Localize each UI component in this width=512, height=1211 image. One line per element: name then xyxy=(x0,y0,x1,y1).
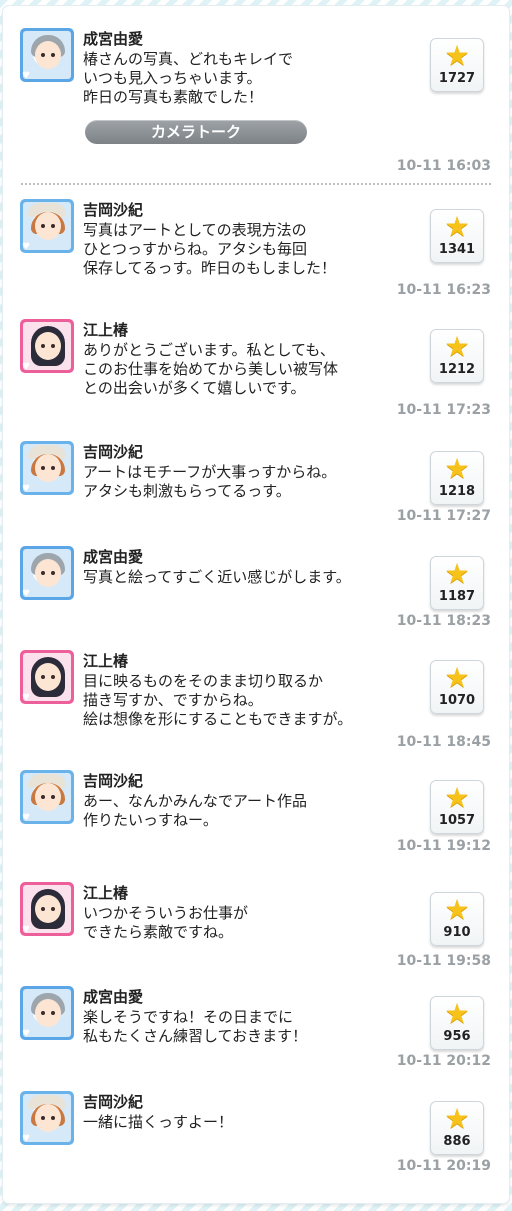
star-button[interactable]: ★ 1341 xyxy=(430,209,484,263)
avatar[interactable]: ♥ xyxy=(20,650,74,704)
heart-icon: ♥ xyxy=(21,484,31,494)
star-button[interactable]: ★ 956 xyxy=(430,996,484,1050)
post-item: ♥ 江上椿 いつかそういうお仕事が できたら素敵ですね。 ★ 910 10-11… xyxy=(3,882,509,972)
avatar[interactable]: ♥ xyxy=(20,1091,74,1145)
message-text: いつかそういうお仕事が できたら素敵ですね。 xyxy=(83,904,249,941)
star-button[interactable]: ★ 886 xyxy=(430,1101,484,1155)
star-count: 886 xyxy=(443,1134,471,1149)
star-count: 1212 xyxy=(438,362,476,377)
timestamp: 10-11 19:58 xyxy=(396,953,491,969)
star-button[interactable]: ★ 1070 xyxy=(430,660,484,714)
post-item: ♥ 吉岡沙紀 あー、なんかみんなでアート作品 作りたいっすねー。 ★ 1057 … xyxy=(3,770,509,860)
timeline-card: ♥ 成宮由愛 椿さんの写真、どれもキレイで いつも見入っちゃいます。 昨日の写真… xyxy=(3,6,509,1203)
avatar[interactable]: ♥ xyxy=(20,986,74,1040)
heart-icon: ♥ xyxy=(21,1029,31,1039)
star-icon: ★ xyxy=(444,893,470,926)
poster-name: 吉岡沙紀 xyxy=(83,201,144,219)
timestamp: 10-11 18:45 xyxy=(396,734,491,750)
camera-talk-button[interactable]: カメラトーク xyxy=(85,120,307,144)
poster-name: 江上椿 xyxy=(83,652,129,670)
post-item: ♥ 吉岡沙紀 アートはモチーフが大事っすからね。 アタシも刺激もらってるっす。 … xyxy=(3,441,509,531)
post-item: ♥ 江上椿 ありがとうございます。私としても、 このお仕事を始めてから美しい被写… xyxy=(3,319,509,424)
message-text: あー、なんかみんなでアート作品 作りたいっすねー。 xyxy=(83,792,307,829)
heart-icon: ♥ xyxy=(21,362,31,372)
star-icon: ★ xyxy=(444,330,470,363)
heart-icon: ♥ xyxy=(21,589,31,599)
heart-icon: ♥ xyxy=(21,693,31,703)
avatar[interactable]: ♥ xyxy=(20,319,74,373)
post-item: ♥ 成宮由愛 写真と絵ってすごく近い感じがします。 ★ 1187 10-11 1… xyxy=(3,546,509,636)
star-button[interactable]: ★ 1727 xyxy=(430,38,484,92)
divider xyxy=(21,183,491,185)
star-button[interactable]: ★ 1218 xyxy=(430,451,484,505)
heart-icon: ♥ xyxy=(21,1134,31,1144)
star-icon: ★ xyxy=(444,210,470,243)
message-text: ありがとうございます。私としても、 このお仕事を始めてから美しい被写体 との出会… xyxy=(83,341,339,397)
star-count: 1070 xyxy=(438,693,476,708)
star-icon: ★ xyxy=(444,452,470,485)
star-button[interactable]: ★ 1057 xyxy=(430,780,484,834)
timestamp: 10-11 16:03 xyxy=(396,158,491,174)
message-text: 写真と絵ってすごく近い感じがします。 xyxy=(83,568,351,586)
message-text: アートはモチーフが大事っすからね。 アタシも刺激もらってるっす。 xyxy=(83,463,337,500)
post-item: ♥ 江上椿 目に映るものをそのまま切り取るか 描き写すか、ですからね。 絵は想像… xyxy=(3,650,509,755)
star-button[interactable]: ★ 1187 xyxy=(430,556,484,610)
star-button[interactable]: ★ 910 xyxy=(430,892,484,946)
star-icon: ★ xyxy=(444,661,470,694)
star-count: 956 xyxy=(443,1029,471,1044)
poster-name: 江上椿 xyxy=(83,321,129,339)
timestamp: 10-11 17:23 xyxy=(396,402,491,418)
timestamp: 10-11 18:23 xyxy=(396,613,491,629)
poster-name: 成宮由愛 xyxy=(83,30,144,48)
avatar[interactable]: ♥ xyxy=(20,882,74,936)
star-count: 1341 xyxy=(438,242,476,257)
post-item: ♥ 成宮由愛 楽しそうですね！その日までに 私もたくさん練習しておきます！ ★ … xyxy=(3,986,509,1076)
poster-name: 成宮由愛 xyxy=(83,988,144,1006)
star-icon: ★ xyxy=(444,1102,470,1135)
star-count: 1218 xyxy=(438,484,476,499)
poster-name: 吉岡沙紀 xyxy=(83,1093,144,1111)
star-button[interactable]: ★ 1212 xyxy=(430,329,484,383)
heart-icon: ♥ xyxy=(21,813,31,823)
avatar[interactable]: ♥ xyxy=(20,770,74,824)
poster-name: 江上椿 xyxy=(83,884,129,902)
timestamp: 10-11 20:12 xyxy=(396,1053,491,1069)
star-count: 910 xyxy=(443,925,471,940)
star-icon: ★ xyxy=(444,557,470,590)
avatar[interactable]: ♥ xyxy=(20,546,74,600)
heart-icon: ♥ xyxy=(21,925,31,935)
star-icon: ★ xyxy=(444,39,470,72)
avatar[interactable]: ♥ xyxy=(20,199,74,253)
star-count: 1187 xyxy=(438,589,476,604)
timestamp: 10-11 17:27 xyxy=(396,508,491,524)
message-text: 写真はアートとしての表現方法の ひとつっすからね。アタシも毎回 保存してるっす。… xyxy=(83,221,337,277)
poster-name: 吉岡沙紀 xyxy=(83,772,144,790)
poster-name: 成宮由愛 xyxy=(83,548,144,566)
star-icon: ★ xyxy=(444,997,470,1030)
message-text: 目に映るものをそのまま切り取るか 描き写すか、ですからね。 絵は想像を形にするこ… xyxy=(83,672,353,728)
post-item: ♥ 吉岡沙紀 写真はアートとしての表現方法の ひとつっすからね。アタシも毎回 保… xyxy=(3,199,509,304)
heart-icon: ♥ xyxy=(21,71,31,81)
star-count: 1727 xyxy=(438,71,476,86)
timestamp: 10-11 16:23 xyxy=(396,282,491,298)
star-icon: ★ xyxy=(444,781,470,814)
avatar[interactable]: ♥ xyxy=(20,441,74,495)
star-count: 1057 xyxy=(438,813,476,828)
message-text: 椿さんの写真、どれもキレイで いつも見入っちゃいます。 昨日の写真も素敵でした！ xyxy=(83,50,294,106)
message-text: 一緒に描くっすよー！ xyxy=(83,1113,234,1131)
heart-icon: ♥ xyxy=(21,242,31,252)
timestamp: 10-11 19:12 xyxy=(396,838,491,854)
timestamp: 10-11 20:19 xyxy=(396,1158,491,1174)
post-item: ♥ 吉岡沙紀 一緒に描くっすよー！ ★ 886 10-11 20:19 xyxy=(3,1091,509,1181)
avatar[interactable]: ♥ xyxy=(20,28,74,82)
message-text: 楽しそうですね！その日までに 私もたくさん練習しておきます！ xyxy=(83,1008,308,1045)
post-item: ♥ 成宮由愛 椿さんの写真、どれもキレイで いつも見入っちゃいます。 昨日の写真… xyxy=(3,28,509,183)
poster-name: 吉岡沙紀 xyxy=(83,443,144,461)
